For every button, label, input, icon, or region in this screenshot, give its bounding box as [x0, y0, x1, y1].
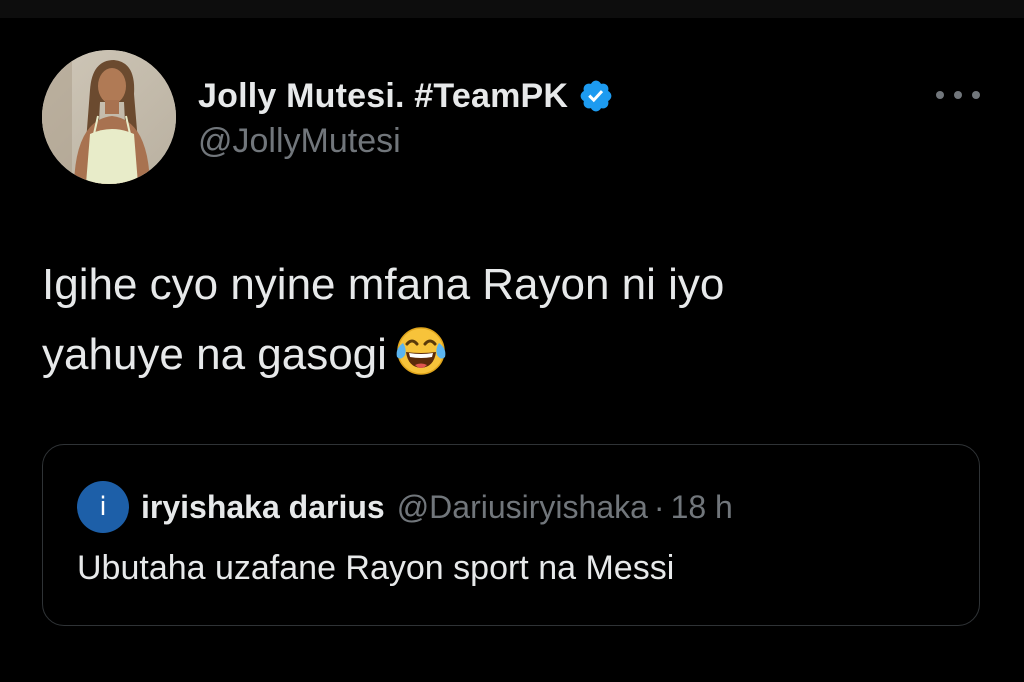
tweet-text-line: Igihe cyo nyine mfana Rayon ni iyo	[42, 260, 725, 309]
separator-dot: ·	[653, 488, 665, 525]
quoted-tweet-header: i iryishaka darius @Dariusiryishaka · 18…	[77, 481, 733, 533]
dot	[954, 91, 962, 99]
quoted-author-avatar[interactable]: i	[77, 481, 129, 533]
author-avatar[interactable]	[42, 50, 176, 184]
author-display-name[interactable]: Jolly Mutesi. #TeamPK	[198, 77, 568, 116]
author-handle[interactable]: @JollyMutesi	[198, 122, 401, 161]
quoted-author-handle[interactable]: @Dariusiryishaka	[397, 489, 648, 526]
author-name-row[interactable]: Jolly Mutesi. #TeamPK	[198, 74, 614, 118]
more-options-icon[interactable]	[936, 86, 980, 104]
dot	[972, 91, 980, 99]
tweet-text-line: yahuye na gasogi	[42, 330, 387, 379]
top-bar	[0, 0, 1024, 18]
verified-badge-icon	[578, 78, 614, 114]
quoted-tweet-text: Ubutaha uzafane Rayon sport na Messi	[77, 549, 675, 587]
tears-of-joy-emoji-icon	[393, 321, 449, 377]
quoted-author-display-name[interactable]: iryishaka darius	[141, 489, 385, 526]
quoted-tweet-time[interactable]: 18 h	[671, 489, 733, 526]
tweet-text-line-2: yahuye na gasogi	[42, 320, 942, 390]
avatar-photo	[42, 50, 176, 184]
dot	[936, 91, 944, 99]
tweet-text: Igihe cyo nyine mfana Rayon ni iyo yahuy…	[42, 250, 942, 390]
quoted-tweet-card[interactable]: i iryishaka darius @Dariusiryishaka · 18…	[42, 444, 980, 626]
